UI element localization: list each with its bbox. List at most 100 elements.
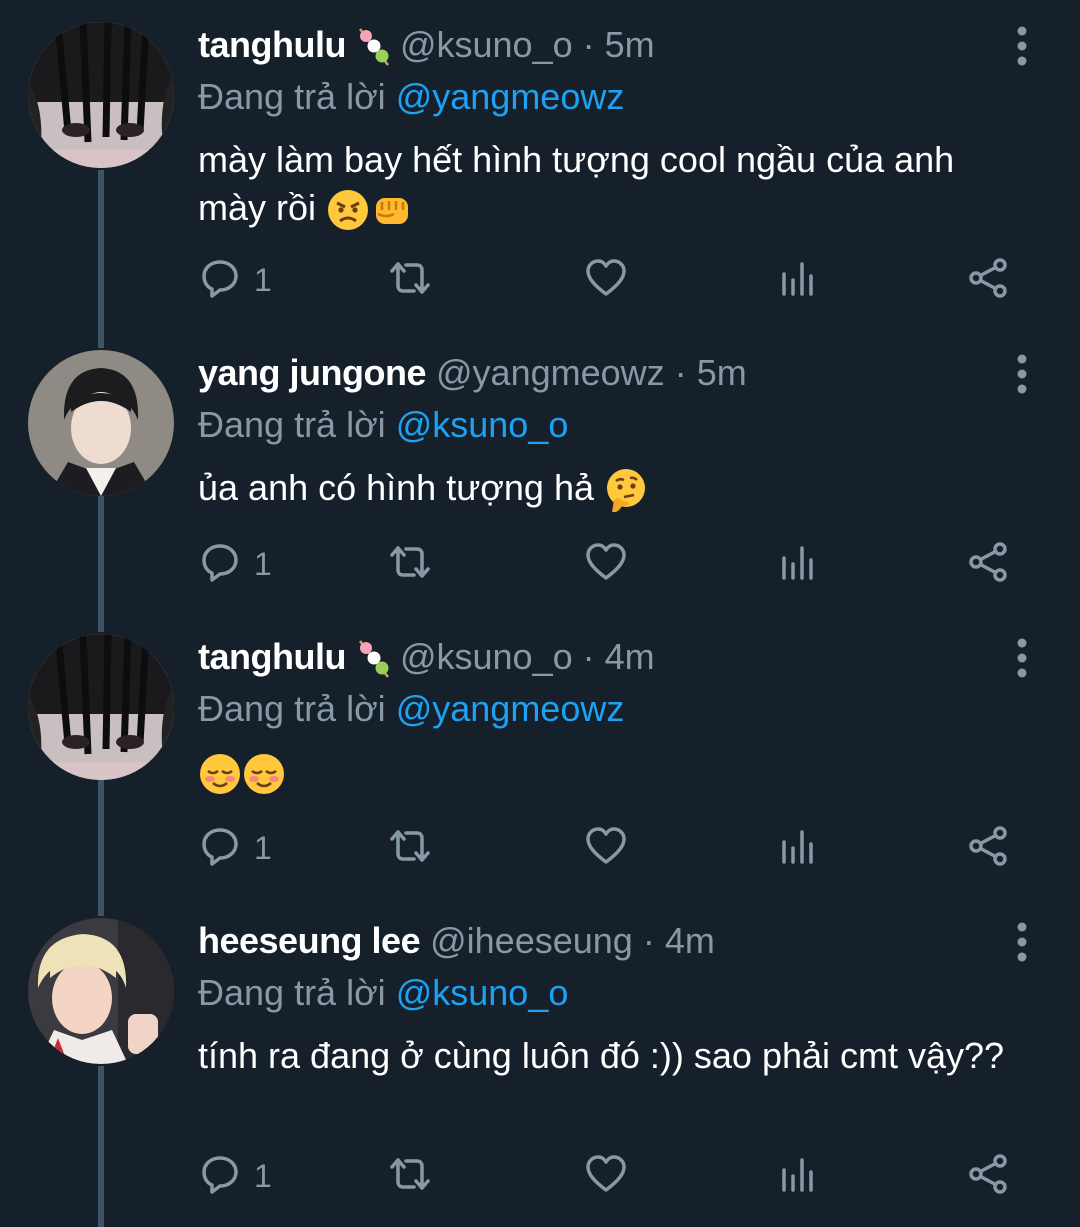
mention-link[interactable]: @ksuno_o bbox=[396, 972, 569, 1013]
handle[interactable]: @yangmeowz bbox=[436, 352, 665, 393]
retweet-icon bbox=[388, 824, 432, 873]
tweet[interactable]: heeseung lee @iheeseung · 4m Đang trả lờ… bbox=[0, 896, 1080, 1227]
separator-dot: · bbox=[674, 352, 687, 393]
share-icon bbox=[966, 256, 1010, 305]
like-button[interactable] bbox=[584, 818, 628, 878]
display-name[interactable]: heeseung lee bbox=[198, 920, 421, 961]
avatar[interactable] bbox=[28, 350, 174, 496]
replying-to: Đang trả lời @ksuno_o bbox=[198, 968, 1020, 1018]
mention-link[interactable]: @yangmeowz bbox=[396, 76, 625, 117]
tweet-text: mày làm bay hết hình tượng cool ngầu của… bbox=[198, 136, 1020, 232]
share-icon bbox=[966, 824, 1010, 873]
retweet-icon bbox=[388, 256, 432, 305]
reply-prefix: Đang trả lời bbox=[198, 688, 386, 729]
tanghulu-skewer-icon bbox=[354, 637, 394, 681]
retweet-icon bbox=[388, 540, 432, 589]
reply-button[interactable]: 1 bbox=[198, 1146, 272, 1206]
replying-to: Đang trả lời @ksuno_o bbox=[198, 400, 1020, 450]
share-icon bbox=[966, 540, 1010, 589]
retweet-button[interactable] bbox=[388, 250, 432, 310]
timestamp[interactable]: 4m bbox=[665, 920, 715, 961]
analytics-button[interactable] bbox=[776, 818, 820, 878]
smiling-face-icon bbox=[242, 752, 286, 796]
like-button[interactable] bbox=[584, 534, 628, 594]
analytics-button[interactable] bbox=[776, 1146, 820, 1206]
share-button[interactable] bbox=[966, 250, 1010, 310]
smiling-face-icon bbox=[198, 752, 242, 796]
avatar[interactable] bbox=[28, 918, 174, 1064]
more-options-icon[interactable] bbox=[1012, 354, 1032, 394]
analytics-button[interactable] bbox=[776, 534, 820, 594]
retweet-icon bbox=[388, 1152, 432, 1201]
handle[interactable]: @ksuno_o bbox=[400, 24, 573, 65]
reply-count: 1 bbox=[254, 261, 272, 298]
tweet-text bbox=[198, 748, 1020, 796]
heart-icon bbox=[584, 824, 628, 873]
thinking-face-icon bbox=[604, 468, 648, 513]
tweet-text: ủa anh có hình tượng hả bbox=[198, 464, 1020, 513]
reply-button[interactable]: 1 bbox=[198, 818, 272, 878]
heart-icon bbox=[584, 256, 628, 305]
tweet-actions: 1 bbox=[198, 818, 1024, 878]
share-button[interactable] bbox=[966, 818, 1010, 878]
tweet-text: tính ra đang ở cùng luôn đó :)) sao phải… bbox=[198, 1032, 1020, 1080]
display-name[interactable]: tanghulu bbox=[198, 24, 346, 65]
tweet-header: heeseung lee @iheeseung · 4m bbox=[198, 914, 1020, 968]
reply-count: 1 bbox=[254, 829, 272, 866]
tweet-header: tanghulu @ksuno_o · 5m bbox=[198, 18, 1020, 72]
reply-icon bbox=[198, 824, 242, 873]
reply-count: 1 bbox=[254, 1157, 272, 1194]
tweet[interactable]: yang jungone @yangmeowz · 5m Đang trả lờ… bbox=[0, 328, 1080, 612]
analytics-button[interactable] bbox=[776, 250, 820, 310]
timestamp[interactable]: 5m bbox=[605, 24, 655, 65]
tweet-actions: 1 bbox=[198, 250, 1024, 310]
like-button[interactable] bbox=[584, 250, 628, 310]
separator-dot: · bbox=[582, 636, 595, 677]
display-name[interactable]: yang jungone bbox=[198, 352, 427, 393]
more-options-icon[interactable] bbox=[1012, 26, 1032, 66]
heart-icon bbox=[584, 1152, 628, 1201]
tanghulu-skewer-icon bbox=[354, 25, 394, 69]
tweet-header: yang jungone @yangmeowz · 5m bbox=[198, 346, 1020, 400]
retweet-button[interactable] bbox=[388, 534, 432, 594]
angry-face-icon bbox=[326, 188, 370, 232]
reply-button[interactable]: 1 bbox=[198, 250, 272, 310]
retweet-button[interactable] bbox=[388, 818, 432, 878]
mention-link[interactable]: @ksuno_o bbox=[396, 404, 569, 445]
reply-icon bbox=[198, 256, 242, 305]
share-button[interactable] bbox=[966, 1146, 1010, 1206]
timestamp[interactable]: 5m bbox=[697, 352, 747, 393]
tweet[interactable]: tanghulu @ksuno_o · 4m Đang trả lời @yan… bbox=[0, 612, 1080, 896]
more-options-icon[interactable] bbox=[1012, 638, 1032, 678]
reply-prefix: Đang trả lời bbox=[198, 404, 386, 445]
share-icon bbox=[966, 1152, 1010, 1201]
reply-button[interactable]: 1 bbox=[198, 534, 272, 594]
analytics-icon bbox=[776, 256, 820, 305]
timestamp[interactable]: 4m bbox=[605, 636, 655, 677]
avatar[interactable] bbox=[28, 634, 174, 780]
avatar[interactable] bbox=[28, 22, 174, 168]
heart-icon bbox=[584, 540, 628, 589]
separator-dot: · bbox=[642, 920, 655, 961]
tweet[interactable]: tanghulu @ksuno_o · 5m Đang trả lời @yan… bbox=[0, 0, 1080, 330]
tweet-actions: 1 bbox=[198, 1146, 1024, 1206]
tweet-text-body: ủa anh có hình tượng hả bbox=[198, 467, 594, 508]
mention-link[interactable]: @yangmeowz bbox=[396, 688, 625, 729]
tweet-header: tanghulu @ksuno_o · 4m bbox=[198, 630, 1020, 684]
reply-icon bbox=[198, 1152, 242, 1201]
display-name[interactable]: tanghulu bbox=[198, 636, 346, 677]
like-button[interactable] bbox=[584, 1146, 628, 1206]
analytics-icon bbox=[776, 824, 820, 873]
reply-count: 1 bbox=[254, 545, 272, 582]
tweet-text-body: mày làm bay hết hình tượng cool ngầu của… bbox=[198, 139, 955, 228]
handle[interactable]: @ksuno_o bbox=[400, 636, 573, 677]
share-button[interactable] bbox=[966, 534, 1010, 594]
separator-dot: · bbox=[582, 24, 595, 65]
reply-prefix: Đang trả lời bbox=[198, 972, 386, 1013]
retweet-button[interactable] bbox=[388, 1146, 432, 1206]
more-options-icon[interactable] bbox=[1012, 922, 1032, 962]
analytics-icon bbox=[776, 540, 820, 589]
replying-to: Đang trả lời @yangmeowz bbox=[198, 72, 1020, 122]
reply-icon bbox=[198, 540, 242, 589]
handle[interactable]: @iheeseung bbox=[430, 920, 633, 961]
